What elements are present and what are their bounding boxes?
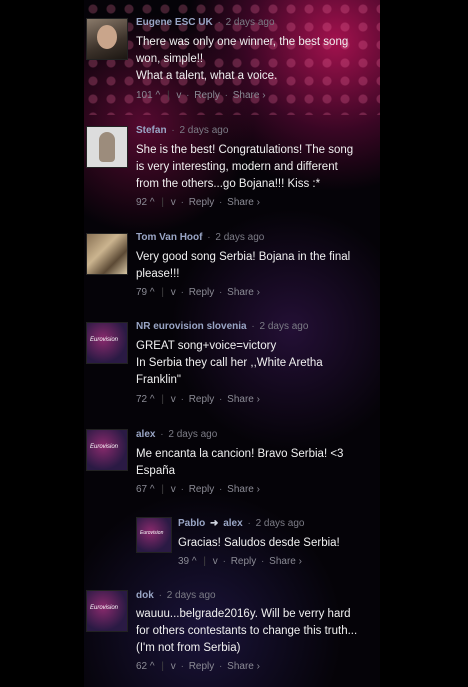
vote-count: 92 bbox=[136, 197, 148, 208]
reply-button[interactable]: Reply bbox=[189, 287, 215, 298]
reply-to-author[interactable]: alex bbox=[223, 518, 242, 529]
avatar[interactable]: Eurovision bbox=[86, 590, 128, 632]
comment-author[interactable]: Eugene ESC UK bbox=[136, 17, 213, 28]
upvote-icon[interactable]: ^ bbox=[150, 484, 155, 495]
downvote-icon[interactable]: v bbox=[171, 287, 176, 298]
vote-count: 62 bbox=[136, 661, 148, 672]
comment-timestamp[interactable]: 2 days ago bbox=[260, 321, 309, 332]
upvote-icon[interactable]: ^ bbox=[150, 287, 155, 298]
comment-author[interactable]: NR eurovision slovenia bbox=[136, 321, 247, 332]
comment-text: GREAT song+voice=victory In Serbia they … bbox=[136, 340, 323, 386]
share-button[interactable]: Share › bbox=[227, 484, 260, 495]
downvote-icon[interactable]: v bbox=[176, 90, 181, 101]
vote-count: 39 bbox=[178, 556, 190, 567]
comment-author[interactable]: Stefan bbox=[136, 125, 167, 136]
share-button[interactable]: Share › bbox=[269, 556, 302, 567]
comment-timestamp[interactable]: 2 days ago bbox=[167, 590, 216, 601]
avatar[interactable]: Eurovision bbox=[86, 429, 128, 471]
downvote-icon[interactable]: v bbox=[171, 394, 176, 405]
downvote-icon[interactable]: v bbox=[171, 197, 176, 208]
comment-actions: 92 ^ | v · Reply · Share › bbox=[136, 197, 260, 208]
share-button[interactable]: Share › bbox=[227, 287, 260, 298]
upvote-icon[interactable]: ^ bbox=[192, 556, 197, 567]
vote-count: 72 bbox=[136, 394, 148, 405]
comment-timestamp[interactable]: 2 days ago bbox=[168, 429, 217, 440]
comment-timestamp[interactable]: 2 days ago bbox=[226, 17, 275, 28]
comment-author[interactable]: Tom Van Hoof bbox=[136, 232, 202, 243]
downvote-icon[interactable]: v bbox=[171, 484, 176, 495]
avatar[interactable]: Eurovision bbox=[86, 322, 128, 364]
comment-actions: 62 ^ | v · Reply · Share › bbox=[136, 661, 260, 672]
vote-count: 79 bbox=[136, 287, 148, 298]
comment-actions: 79 ^ | v · Reply · Share › bbox=[136, 287, 260, 298]
eurovision-logo: Eurovision bbox=[140, 530, 164, 536]
comment-actions: 72 ^ | v · Reply · Share › bbox=[136, 394, 260, 405]
eurovision-logo: Eurovision bbox=[90, 444, 119, 450]
reply-button[interactable]: Reply bbox=[189, 197, 215, 208]
comment-text: wauuu...belgrade2016y. Will be verry har… bbox=[136, 608, 358, 654]
share-button[interactable]: Share › bbox=[233, 90, 266, 101]
comment-timestamp[interactable]: 2 days ago bbox=[179, 125, 228, 136]
upvote-icon[interactable]: ^ bbox=[150, 661, 155, 672]
reply-arrow-icon: ➜ bbox=[210, 518, 219, 529]
comment-text: She is the best! Congratulations! The so… bbox=[136, 144, 354, 190]
vote-count: 101 bbox=[136, 90, 153, 101]
comment-actions: 39 ^ | v · Reply · Share › bbox=[178, 556, 302, 567]
avatar[interactable] bbox=[86, 126, 128, 168]
comment-author[interactable]: alex bbox=[136, 429, 155, 440]
comment-author[interactable]: dok bbox=[136, 590, 154, 601]
share-button[interactable]: Share › bbox=[227, 661, 260, 672]
reply-button[interactable]: Reply bbox=[194, 90, 220, 101]
comment-text: There was only one winner, the best song… bbox=[136, 36, 349, 82]
reply-button[interactable]: Reply bbox=[189, 484, 215, 495]
avatar[interactable] bbox=[86, 233, 128, 275]
reply-button[interactable]: Reply bbox=[189, 394, 215, 405]
upvote-icon[interactable]: ^ bbox=[150, 197, 155, 208]
upvote-icon[interactable]: ^ bbox=[150, 394, 155, 405]
downvote-icon[interactable]: v bbox=[171, 661, 176, 672]
reply-button[interactable]: Reply bbox=[231, 556, 257, 567]
comment-text: Me encanta la cancion! Bravo Serbia! <3 … bbox=[136, 448, 344, 477]
avatar[interactable]: Eurovision bbox=[136, 517, 172, 553]
comment-timestamp[interactable]: 2 days ago bbox=[256, 518, 305, 529]
upvote-icon[interactable]: ^ bbox=[155, 90, 160, 101]
eurovision-logo: Eurovision bbox=[90, 337, 119, 343]
vote-count: 67 bbox=[136, 484, 148, 495]
comment-timestamp[interactable]: 2 days ago bbox=[215, 232, 264, 243]
eurovision-logo: Eurovision bbox=[90, 605, 119, 611]
comment-actions: 67 ^ | v · Reply · Share › bbox=[136, 484, 260, 495]
reply-button[interactable]: Reply bbox=[189, 661, 215, 672]
comment-text: Gracias! Saludos desde Serbia! bbox=[178, 537, 340, 549]
share-button[interactable]: Share › bbox=[227, 394, 260, 405]
comment-actions: 101 ^ | v · Reply · Share › bbox=[136, 90, 266, 101]
share-button[interactable]: Share › bbox=[227, 197, 260, 208]
downvote-icon[interactable]: v bbox=[213, 556, 218, 567]
comment-text: Very good song Serbia! Bojana in the fin… bbox=[136, 251, 351, 280]
avatar[interactable] bbox=[86, 18, 128, 60]
comment-author[interactable]: Pablo bbox=[178, 518, 205, 529]
comments-panel: Eugene ESC UK · 2 days ago There was onl… bbox=[84, 0, 380, 687]
